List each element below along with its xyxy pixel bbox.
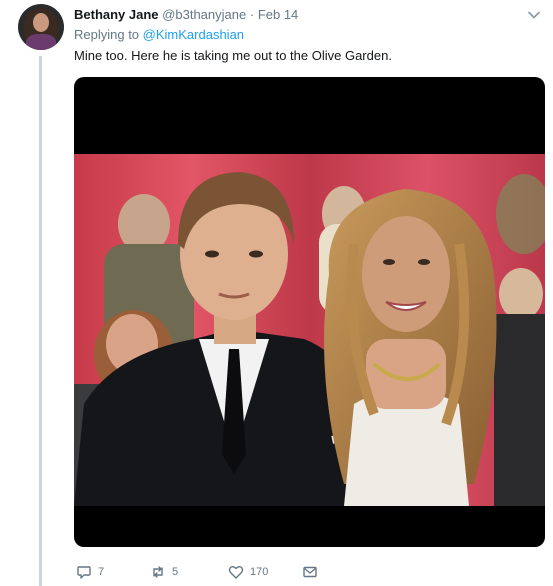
tweet-text: Mine too. Here he is taking me out to th… <box>74 48 392 63</box>
tweet-header: Bethany Jane @b3thanyjane · Feb 14 <box>74 6 298 24</box>
replying-mention-link[interactable]: @KimKardashian <box>143 27 244 42</box>
avatar[interactable] <box>18 4 64 50</box>
reply-button[interactable]: 7 <box>76 562 104 582</box>
tweet[interactable]: Bethany Jane @b3thanyjane · Feb 14 Reply… <box>0 0 553 586</box>
retweet-arrows-icon <box>153 566 163 578</box>
replying-to: Replying to @KimKardashian <box>74 26 244 44</box>
thread-line <box>39 56 42 586</box>
retweet-count: 5 <box>172 566 179 578</box>
author-handle[interactable]: @b3thanyjane <box>162 7 246 22</box>
photo-illustration <box>74 154 545 506</box>
retweet-button[interactable]: 5 <box>150 562 178 582</box>
envelope-icon <box>303 566 317 578</box>
replying-prefix: Replying to <box>74 27 140 42</box>
author-name[interactable]: Bethany Jane <box>74 7 159 22</box>
tweet-date[interactable]: Feb 14 <box>258 7 298 22</box>
comment-bubble-icon <box>77 566 91 579</box>
like-count: 170 <box>250 566 269 578</box>
tweet-photo[interactable] <box>74 77 545 547</box>
reply-count: 7 <box>98 566 105 578</box>
avatar-shirt <box>26 34 56 50</box>
direct-message-button[interactable] <box>302 562 318 582</box>
heart-icon <box>228 566 244 579</box>
chevron-down-icon[interactable] <box>527 8 541 22</box>
photo-content <box>74 154 545 506</box>
like-button[interactable]: 170 <box>228 562 268 582</box>
avatar-face <box>33 13 49 32</box>
header-separator: · <box>249 7 255 22</box>
